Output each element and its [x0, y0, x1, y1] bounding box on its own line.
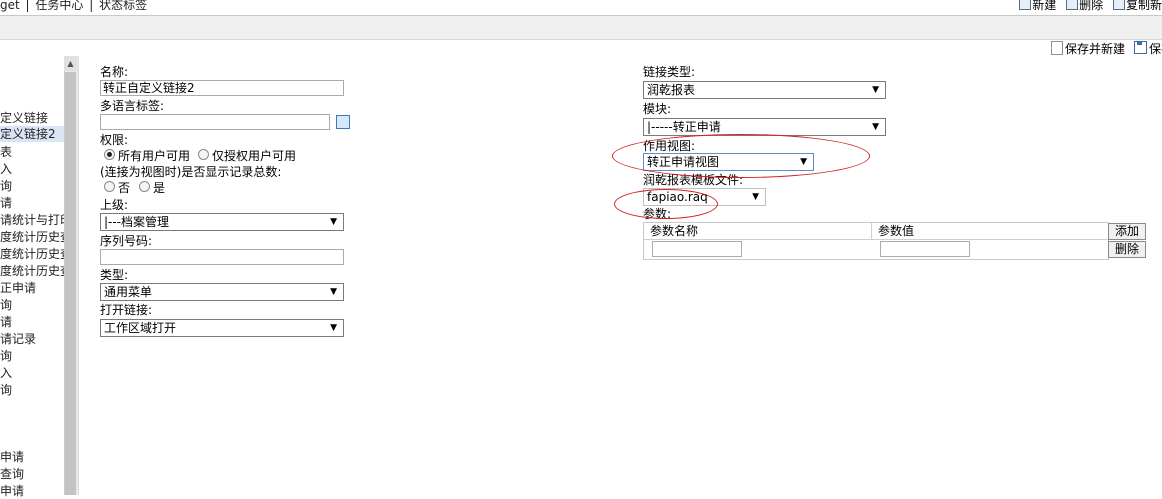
tree-item[interactable]: 表 — [0, 144, 64, 160]
tree-item[interactable]: 请 — [0, 314, 64, 330]
tree-item[interactable]: 查询 — [0, 466, 64, 482]
link-type-label: 链接类型: — [643, 65, 696, 79]
highlight-ellipse — [614, 189, 718, 219]
new-button[interactable]: 新建 — [1019, 0, 1056, 12]
save-new-icon — [1051, 41, 1063, 55]
seq-label: 序列号码: — [100, 234, 153, 248]
open-select[interactable]: 工作区域打开 ▼ — [100, 319, 344, 337]
perm-all-text: 所有用户可用 — [118, 149, 191, 163]
scroll-up-arrow-icon[interactable]: ▲ — [64, 56, 77, 71]
perm-auth-text: 仅授权用户可用 — [212, 149, 297, 163]
breadcrumb: get | 任务中心 | 状态标签 — [0, 0, 149, 13]
radio-icon[interactable] — [139, 181, 150, 192]
yes-text: 是 — [153, 181, 166, 195]
dropdown-arrow-icon: ▼ — [330, 217, 337, 227]
top-actions: 新建 删除 复制新 — [1013, 0, 1162, 13]
open-select-value: 工作区域打开 — [104, 321, 177, 335]
scroll-thumb[interactable] — [65, 72, 76, 495]
count-label: (连接为视图时)是否显示记录总数: — [100, 165, 282, 179]
crumb-task-center[interactable]: 任务中心 — [35, 0, 83, 12]
radio-checked-icon[interactable] — [104, 149, 115, 160]
tree-item[interactable]: 请记录 — [0, 331, 64, 347]
save-and-new-label: 保存并新建 — [1065, 42, 1126, 56]
i18n-input[interactable] — [100, 114, 330, 130]
count-no-option[interactable]: 否 — [104, 181, 130, 195]
copy-icon — [1112, 0, 1125, 10]
link-type-select[interactable]: 润乾报表 ▼ — [643, 81, 886, 99]
form-action-bar: 保存并新建 保存 — [0, 40, 1162, 56]
type-select[interactable]: 通用菜单 ▼ — [100, 283, 344, 301]
tree-item[interactable]: 定义链接 — [0, 110, 64, 126]
type-label: 类型: — [100, 268, 129, 282]
i18n-label: 多语言标签: — [100, 99, 165, 113]
tree-item[interactable]: 询 — [0, 348, 64, 364]
dropdown-arrow-icon: ▼ — [872, 85, 879, 95]
save-label: 保存 — [1149, 42, 1162, 56]
copy-label: 复制新 — [1125, 0, 1162, 12]
dropdown-arrow-icon: ▼ — [752, 192, 759, 202]
module-select[interactable]: |-----转正申请 ▼ — [643, 118, 886, 136]
new-icon — [1019, 0, 1032, 10]
tree-item[interactable]: 入 — [0, 365, 64, 381]
save-icon — [1134, 41, 1147, 54]
tree-item[interactable]: 请 — [0, 195, 64, 211]
crumb-sep: | — [25, 0, 30, 12]
language-edit-icon[interactable] — [336, 115, 350, 129]
name-input[interactable] — [100, 80, 344, 96]
tree-item-selected[interactable]: 定义链接2 — [0, 126, 64, 142]
name-label: 名称: — [100, 65, 129, 79]
seq-input[interactable] — [100, 249, 344, 265]
dropdown-arrow-icon: ▼ — [330, 287, 337, 297]
crumb-widget[interactable]: get — [0, 0, 20, 12]
delete-icon — [1066, 0, 1079, 10]
parent-label: 上级: — [100, 198, 129, 212]
perm-all-option[interactable]: 所有用户可用 — [104, 149, 190, 163]
tree-item[interactable]: 询 — [0, 178, 64, 194]
tree-item[interactable]: 度统计历史查 — [0, 263, 64, 279]
crumb-status-tag[interactable]: 状态标签 — [99, 0, 147, 12]
tree-item[interactable]: 入 — [0, 161, 64, 177]
link-type-value: 润乾报表 — [647, 83, 696, 97]
copy-new-button[interactable]: 复制新 — [1112, 0, 1162, 12]
tree-item[interactable]: 询 — [0, 382, 64, 398]
toolbar-strip — [0, 16, 1162, 40]
save-and-new-button[interactable]: 保存并新建 — [1051, 40, 1125, 57]
type-select-value: 通用菜单 — [104, 285, 153, 299]
dropdown-arrow-icon: ▼ — [330, 323, 337, 333]
radio-icon[interactable] — [198, 149, 209, 160]
tree-item[interactable]: 申请 — [0, 483, 64, 499]
add-param-button[interactable]: 添加 — [1108, 223, 1146, 240]
tree-item[interactable]: 请统计与打印 — [0, 212, 64, 228]
param-value-input[interactable] — [880, 241, 970, 257]
params-table: 参数名称 参数值 — [643, 222, 1109, 260]
highlight-ellipse — [612, 134, 870, 178]
tree-item[interactable]: 正申请 — [0, 280, 64, 296]
delete-button[interactable]: 删除 — [1066, 0, 1103, 12]
new-label: 新建 — [1032, 0, 1057, 12]
dropdown-arrow-icon: ▼ — [872, 122, 879, 132]
perm-auth-option[interactable]: 仅授权用户可用 — [198, 149, 296, 163]
parent-select-value: |---档案管理 — [104, 215, 170, 229]
tree-item[interactable]: 申请 — [0, 449, 64, 465]
crumb-sep: | — [89, 0, 94, 12]
top-bar: get | 任务中心 | 状态标签 新建 删除 复制新 — [0, 0, 1162, 16]
param-name-input[interactable] — [652, 241, 742, 257]
parent-select[interactable]: |---档案管理 ▼ — [100, 213, 344, 231]
module-value: |-----转正申请 — [647, 120, 721, 134]
open-label: 打开链接: — [100, 303, 153, 317]
radio-icon[interactable] — [104, 181, 115, 192]
permission-label: 权限: — [100, 133, 129, 147]
tree-item[interactable]: 询 — [0, 297, 64, 313]
save-button[interactable]: 保存 — [1134, 40, 1162, 57]
delete-param-button[interactable]: 删除 — [1108, 241, 1146, 258]
no-text: 否 — [118, 181, 131, 195]
tree-item[interactable]: 度统计历史查 — [0, 229, 64, 245]
col-param-value: 参数值 — [872, 223, 1108, 240]
delete-label: 删除 — [1079, 0, 1104, 12]
count-yes-option[interactable]: 是 — [139, 181, 165, 195]
module-label: 模块: — [643, 102, 672, 116]
tree-item[interactable]: 度统计历史查 — [0, 246, 64, 262]
col-param-name: 参数名称 — [644, 223, 872, 240]
